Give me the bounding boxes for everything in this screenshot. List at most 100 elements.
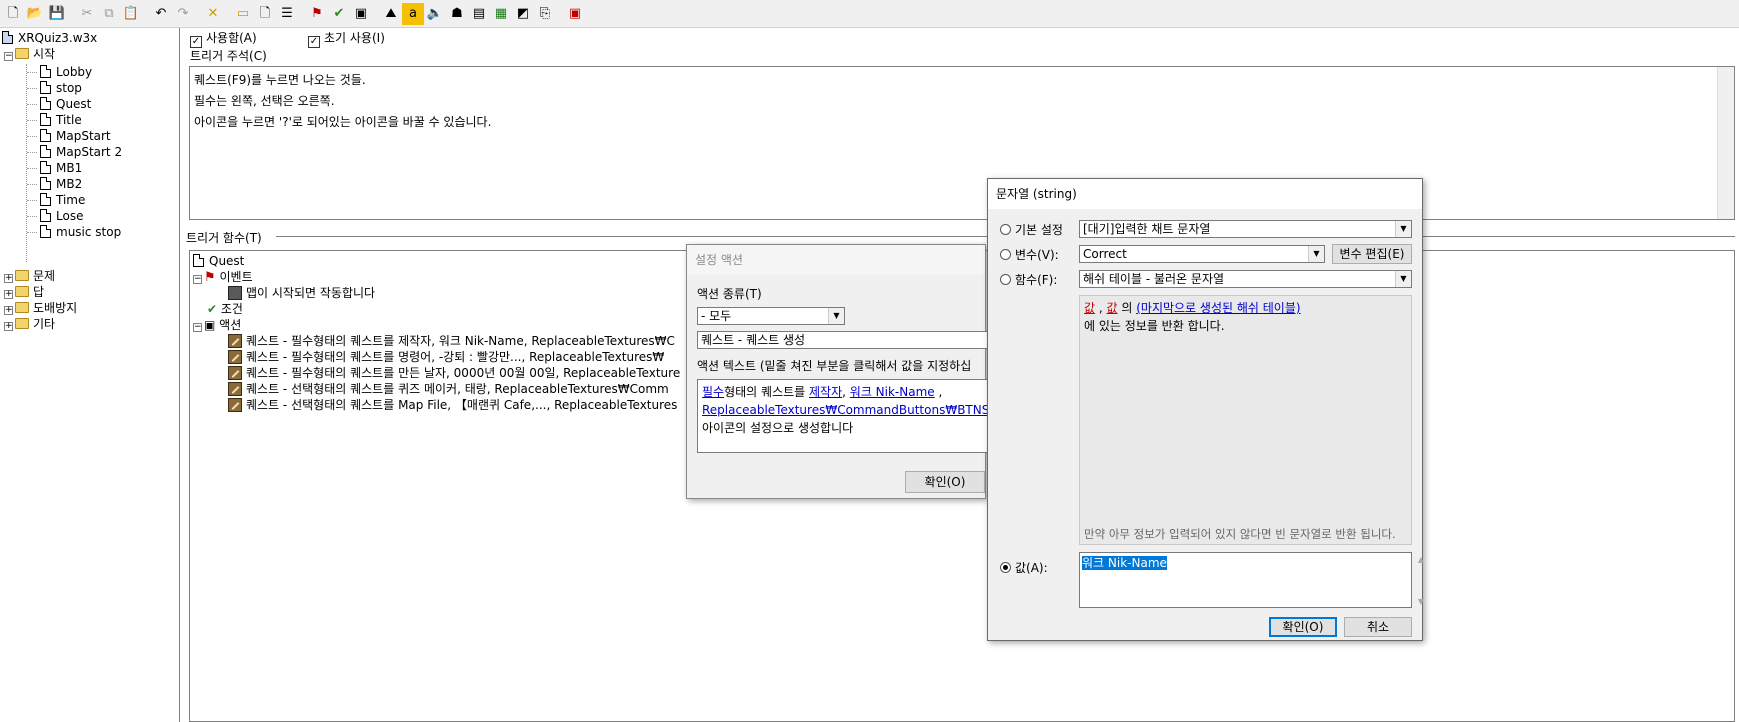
function-radio[interactable]: 함수(F): [1000, 271, 1057, 288]
new-event-icon[interactable]: ⚑ [306, 3, 328, 25]
func-conditions[interactable]: ✔ 조건 [207, 301, 243, 317]
folder-open-icon [15, 48, 29, 59]
redo-icon[interactable]: ↷ [172, 3, 194, 25]
expand-icon[interactable]: + [4, 274, 13, 283]
test-map-icon[interactable]: ▣ [564, 3, 586, 25]
object-manager-icon[interactable]: ◩ [512, 3, 534, 25]
expand-icon[interactable]: + [4, 290, 13, 299]
preset-combo[interactable]: [대기]입력한 채트 문자열 ▼ [1079, 220, 1412, 238]
paste-icon[interactable]: 📋 [120, 3, 142, 25]
func-root[interactable]: Quest [193, 253, 244, 269]
new-action-icon[interactable]: ▣ [350, 3, 372, 25]
trigger-file-icon [40, 97, 51, 110]
collapse-icon[interactable]: − [193, 323, 202, 332]
tree-item-trigger[interactable]: MB1 [40, 160, 82, 176]
param-value-2[interactable]: 값 [1107, 301, 1118, 315]
event-flag-icon: ⚑ [204, 270, 216, 285]
undo-icon[interactable]: ↶ [150, 3, 172, 25]
param-value-1[interactable]: 값 [1084, 301, 1095, 315]
tree-folder-1[interactable]: + 문제 [4, 268, 55, 284]
expand-icon[interactable]: + [4, 322, 13, 331]
new-comment-icon[interactable]: ☰ [276, 3, 298, 25]
tree-item-trigger[interactable]: Lose [40, 208, 83, 224]
dropdown-arrow-icon[interactable]: ▼ [1395, 271, 1411, 287]
initially-on-checkbox[interactable]: ✓ 초기 사용(I) [308, 29, 385, 48]
unit-editor-icon[interactable]: a [402, 2, 424, 25]
variable-radio[interactable]: 변수(V): [1000, 246, 1059, 263]
action-row[interactable]: 퀘스트 - 필수형태의 퀘스트를 제작자, 워크 Nik-Name, Repla… [228, 333, 675, 349]
terrain-editor-icon[interactable]: ⛰ [380, 3, 402, 25]
tree-item-trigger[interactable]: stop [40, 80, 82, 96]
import-manager-icon[interactable]: ⎘ [534, 3, 556, 25]
variable-combo[interactable]: Correct ▼ [1079, 245, 1325, 263]
comment-textarea[interactable]: 퀘스트(F9)를 누르면 나오는 것들. 필수는 왼쪽, 선택은 오른쪽. 아이… [189, 66, 1735, 220]
tree-item-trigger[interactable]: music stop [40, 224, 121, 240]
action-combo[interactable]: 퀘스트 - 퀘스트 생성 [697, 331, 987, 349]
function-combo[interactable]: 해쉬 테이블 - 불러온 문자열 ▼ [1079, 270, 1412, 288]
config-ok-button[interactable]: 확인(O) [905, 471, 985, 493]
edit-variable-button[interactable]: 변수 편집(E) [1332, 244, 1412, 264]
open-icon[interactable]: 📂 [24, 3, 46, 25]
action-text-box[interactable]: 필수형태의 퀘스트를 제작자, 워크 Nik-Name , Replaceabl… [697, 379, 987, 453]
tree-item-trigger[interactable]: Quest [40, 96, 91, 112]
tree-folder-4[interactable]: + 기타 [4, 316, 55, 332]
tree-item-trigger[interactable]: MapStart [40, 128, 111, 144]
new-icon[interactable]: 🗋 [2, 3, 24, 25]
quest-action-icon [228, 366, 242, 380]
collapse-icon[interactable]: − [193, 275, 202, 284]
configure-action-dialog: 설정 액션 액션 종류(T) - 모두 ▼ 퀘스트 - 퀘스트 생성 액션 텍스트… [686, 244, 987, 499]
new-trigger-icon[interactable]: 🗋 [254, 3, 276, 25]
value-textarea[interactable]: 워크 Nik-Name ▲ ▼ [1079, 552, 1424, 608]
functions-label: 트리거 함수(T) [186, 231, 262, 245]
campaign-editor-icon[interactable]: ▤ [468, 3, 490, 25]
ai-editor-icon[interactable]: ▦ [490, 3, 512, 25]
delete-icon[interactable]: ✕ [202, 3, 224, 25]
save-icon[interactable]: 💾 [46, 3, 68, 25]
new-category-icon[interactable]: ▭ [232, 3, 254, 25]
enabled-checkbox[interactable]: ✓ 사용함(A) [190, 29, 257, 48]
tree-folder-start[interactable]: − 시작 [4, 46, 55, 62]
folder-icon [15, 302, 29, 313]
param-required[interactable]: 필수 [702, 385, 724, 399]
param-icon-path[interactable]: ReplaceableTextures₩CommandButtons₩BTNSe… [702, 403, 987, 417]
action-row[interactable]: 퀘스트 - 선택형태의 퀘스트를 Map File, 【매랜퀴 Cafe,...… [228, 397, 677, 413]
tree-folder-2[interactable]: + 답 [4, 284, 44, 300]
param-title[interactable]: 제작자 [809, 385, 842, 399]
cut-icon[interactable]: ✂ [76, 3, 98, 25]
tree-folder-3[interactable]: + 도배방지 [4, 300, 77, 316]
quest-action-icon [228, 382, 242, 396]
func-event-item[interactable]: 맵이 시작되면 작동합니다 [228, 285, 375, 301]
sound-editor-icon[interactable]: 🔈 [424, 3, 446, 25]
tree-item-trigger[interactable]: Title [40, 112, 82, 128]
string-ok-button[interactable]: 확인(O) [1269, 617, 1337, 637]
action-type-label: 액션 종류(T) [697, 287, 762, 301]
trigger-file-icon [40, 161, 51, 174]
param-description[interactable]: 워크 Nik-Name [850, 385, 935, 399]
tree-item-trigger[interactable]: MB2 [40, 176, 82, 192]
check-icon: ✓ [308, 36, 320, 48]
string-cancel-button[interactable]: 취소 [1344, 617, 1412, 637]
func-actions[interactable]: − ▣ 액션 [193, 317, 241, 333]
tree-item-trigger[interactable]: Time [40, 192, 85, 208]
comment-scrollbar[interactable] [1717, 67, 1734, 219]
object-editor-icon[interactable]: ☗ [446, 3, 468, 25]
tree-root[interactable]: XRQuiz3.w3x [2, 30, 97, 46]
tree-item-trigger[interactable]: Lobby [40, 64, 92, 80]
new-condition-icon[interactable]: ✔ [328, 3, 350, 25]
preset-radio[interactable]: 기본 설정 [1000, 221, 1063, 238]
dropdown-arrow-icon[interactable]: ▼ [828, 308, 844, 324]
dropdown-arrow-icon[interactable]: ▼ [1395, 221, 1411, 237]
collapse-icon[interactable]: − [4, 52, 13, 61]
dropdown-arrow-icon[interactable]: ▼ [1308, 246, 1324, 262]
value-scrollbar[interactable]: ▲ ▼ [1413, 553, 1429, 609]
action-row[interactable]: 퀘스트 - 필수형태의 퀘스트를 명령어, -강퇴 : 빨강만..., Repl… [228, 349, 664, 365]
expand-icon[interactable]: + [4, 306, 13, 315]
action-row[interactable]: 퀘스트 - 필수형태의 퀘스트를 만든 날자, 0000년 00월 00일, R… [228, 365, 680, 381]
tree-item-trigger[interactable]: MapStart 2 [40, 144, 122, 160]
copy-icon[interactable]: ⧉ [98, 3, 120, 25]
func-events[interactable]: − ⚑ 이벤트 [193, 269, 253, 285]
action-row[interactable]: 퀘스트 - 선택형태의 퀘스트를 퀴즈 메이커, 태랑, Replaceable… [228, 381, 669, 397]
action-type-combo[interactable]: - 모두 ▼ [697, 307, 845, 325]
value-radio[interactable]: 값(A): [1000, 559, 1048, 576]
param-hashtable[interactable]: (마지막으로 생성된 해쉬 테이블) [1136, 301, 1300, 315]
